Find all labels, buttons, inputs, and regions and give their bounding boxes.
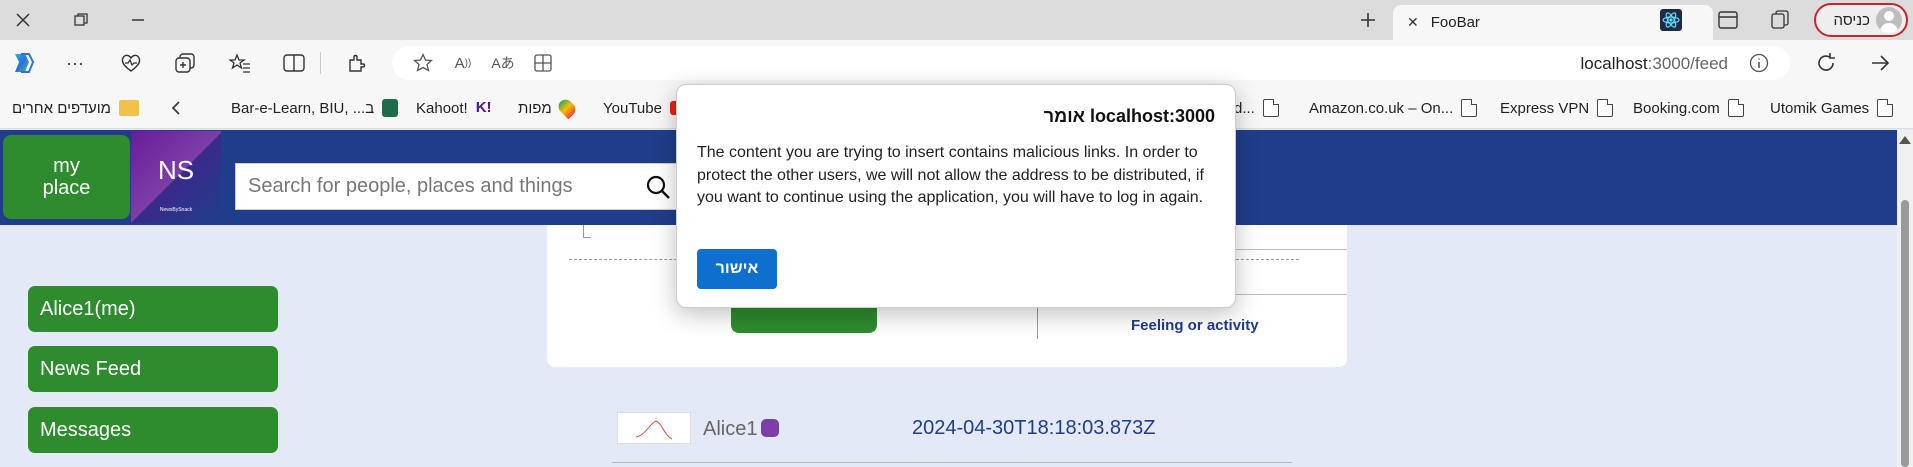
my-place-button[interactable]: my place <box>3 135 130 219</box>
alert-dialog: localhost:3000 אומר The content you are … <box>676 84 1236 308</box>
browser-toolbar: ··· A)) Aあ localhost:3000/feed <box>0 40 1913 86</box>
bookmark-kahoot[interactable]: Kahoot! K! <box>416 97 492 119</box>
workspaces-icon[interactable] <box>1767 8 1793 32</box>
read-aloud-icon[interactable]: A)) <box>450 51 476 75</box>
avatar-icon <box>1876 7 1902 33</box>
composer-input-edge <box>583 237 591 238</box>
profile-label: כניסה <box>1833 11 1870 29</box>
search-box <box>235 163 678 210</box>
more-menu-icon[interactable]: ··· <box>61 49 89 77</box>
post-timestamp: 2024-04-30T18:18:03.873Z <box>912 417 1156 439</box>
refresh-icon[interactable] <box>1812 49 1840 77</box>
bookmark-utomik[interactable]: Utomik Games <box>1770 97 1894 119</box>
plus-icon <box>1361 13 1375 27</box>
document-icon <box>1262 99 1279 117</box>
kahoot-icon: K! <box>475 99 492 116</box>
bookmark-maps[interactable]: מפות <box>518 96 579 120</box>
bookmark-express-vpn[interactable]: Express VPN <box>1500 97 1614 119</box>
search-icon[interactable] <box>645 174 671 200</box>
nav-news-feed[interactable]: News Feed <box>28 346 278 392</box>
document-icon <box>1597 99 1614 117</box>
translate-icon[interactable]: Aあ <box>490 51 516 75</box>
dialog-message: The content you are trying to insert con… <box>697 144 1204 206</box>
react-devtools-icon[interactable] <box>1658 8 1684 32</box>
scroll-up-arrow-icon[interactable] <box>1899 136 1911 144</box>
site-logo[interactable]: NS NewsBySnack <box>131 131 221 223</box>
scrollbar-thumb[interactable] <box>1901 200 1909 467</box>
close-window-button[interactable] <box>1 4 45 36</box>
maps-pin-icon <box>555 96 579 120</box>
extensions-icon[interactable] <box>343 49 371 77</box>
collections-icon[interactable] <box>171 49 199 77</box>
favorites-icon[interactable] <box>226 49 254 77</box>
post-author[interactable]: Alice1 <box>703 418 780 441</box>
copilot-icon[interactable] <box>8 49 36 77</box>
nav-profile[interactable]: Alice1(me) <box>28 286 278 332</box>
toolbar-divider <box>320 52 321 74</box>
bookmark-truncated[interactable]: rd... <box>1229 97 1279 119</box>
dialog-title: localhost:3000 אומר <box>1043 106 1215 126</box>
feeling-activity-button[interactable]: Feeling or activity <box>1131 317 1259 334</box>
site-info-icon[interactable] <box>1746 51 1772 75</box>
dialog-ok-button[interactable]: אישור <box>697 249 777 289</box>
restore-icon <box>74 13 88 26</box>
bookmark-bar-e-learn[interactable]: Bar-e-Learn, BIU, ...ב <box>231 97 399 119</box>
post-author-thumbnail[interactable] <box>617 412 691 444</box>
minimize-window-button[interactable] <box>116 4 160 36</box>
url-text: localhost:3000/feed <box>1580 54 1728 73</box>
divider <box>1037 307 1038 339</box>
search-input[interactable] <box>236 164 626 209</box>
browser-essentials-icon[interactable] <box>117 49 145 77</box>
bookmark-booking[interactable]: Booking.com <box>1633 97 1744 119</box>
nav-messages[interactable]: Messages <box>28 407 278 453</box>
bookmarks-back-chevron[interactable] <box>170 97 182 119</box>
other-favorites-folder[interactable]: מועדפים אחרים <box>12 97 139 119</box>
close-icon <box>16 13 30 27</box>
post-button[interactable] <box>731 307 877 333</box>
tab-actions-icon[interactable] <box>1715 8 1741 32</box>
restore-window-button[interactable] <box>59 4 103 36</box>
folder-icon <box>118 100 139 116</box>
app-available-icon[interactable] <box>530 51 556 75</box>
grapes-emoji-icon <box>761 419 780 437</box>
tab-title: FooBar <box>1430 14 1480 31</box>
title-bar: ✕ FooBar כניסה <box>0 0 1913 40</box>
split-screen-icon[interactable] <box>280 49 308 77</box>
composer-input-edge <box>583 225 584 237</box>
page-scrollbar[interactable] <box>1897 130 1913 467</box>
chevron-left-icon <box>171 101 180 115</box>
bar-e-learn-icon <box>382 99 399 117</box>
new-tab-button[interactable] <box>1352 6 1384 34</box>
profile-button[interactable]: כניסה <box>1814 3 1908 37</box>
document-icon <box>1461 99 1478 117</box>
address-bar[interactable]: A)) Aあ localhost:3000/feed <box>392 46 1790 80</box>
tab-close-icon[interactable]: ✕ <box>1407 14 1419 31</box>
document-icon <box>1877 99 1894 117</box>
forward-icon[interactable] <box>1866 49 1894 77</box>
divider <box>612 462 1292 463</box>
bookmark-amazon[interactable]: Amazon.co.uk – On... <box>1309 97 1478 119</box>
favorite-star-icon[interactable] <box>410 51 436 75</box>
minimize-icon <box>132 19 144 21</box>
document-icon <box>1727 99 1744 117</box>
